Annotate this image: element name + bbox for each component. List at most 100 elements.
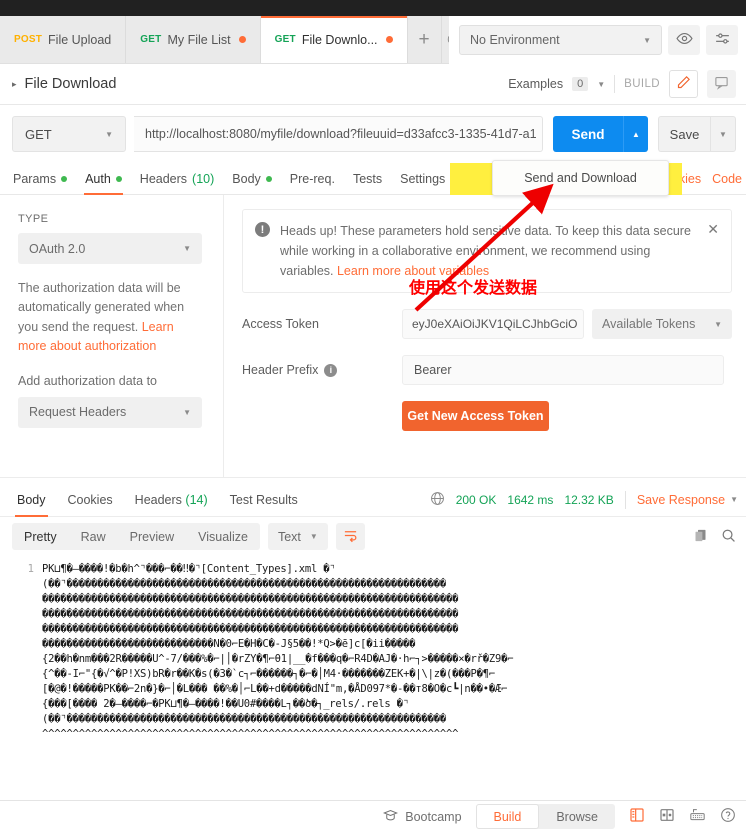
tab-auth[interactable]: Auth <box>76 163 131 195</box>
response-tab-cookies[interactable]: Cookies <box>57 483 124 517</box>
response-body-viewer[interactable]: 1 PK⊔¶�—����!�b�h^⌝���⌐��‼�⌝[Content_T… <box>0 556 746 790</box>
unsaved-indicator-dot <box>239 36 246 43</box>
copy-icon[interactable] <box>693 528 708 546</box>
auth-section: TYPE OAuth 2.0 ▼ The authorization data … <box>0 195 746 477</box>
bootcamp-label: Bootcamp <box>405 810 461 824</box>
tab-settings[interactable]: Settings <box>391 163 454 195</box>
save-button-group: Save ▼ <box>658 116 736 152</box>
response-format-selector[interactable]: Text ▼ <box>268 523 328 550</box>
response-view-toolbar: Pretty Raw Preview Visualize Text ▼ <box>0 517 746 556</box>
tab-method-label: GET <box>140 34 161 45</box>
view-pretty-button[interactable]: Pretty <box>12 523 69 550</box>
add-auth-data-label: Add authorization data to <box>18 374 207 388</box>
view-preview-button[interactable]: Preview <box>118 523 186 550</box>
auth-right-pane: ! Heads up! These parameters hold sensit… <box>224 195 746 477</box>
help-button[interactable] <box>720 807 736 826</box>
url-input[interactable]: http://localhost:8080/myfile/download?fi… <box>134 116 543 152</box>
window-titlebar <box>0 0 746 16</box>
search-icon[interactable] <box>721 528 736 546</box>
header-prefix-input[interactable]: Bearer <box>402 355 724 385</box>
http-method-label: GET <box>25 127 52 142</box>
tab-body[interactable]: Body <box>223 163 281 195</box>
tab-tests[interactable]: Tests <box>344 163 391 195</box>
auth-type-selector[interactable]: OAuth 2.0 ▼ <box>18 233 202 264</box>
comments-button[interactable] <box>707 70 736 98</box>
response-headers-label: Headers <box>135 493 182 507</box>
chevron-down-icon: ▼ <box>183 408 191 417</box>
help-icon <box>720 807 736 826</box>
tab-params[interactable]: Params <box>4 163 76 195</box>
get-new-access-token-button[interactable]: Get New Access Token <box>402 401 549 431</box>
build-mode-label: BUILD <box>624 78 660 90</box>
response-section-tabs: Body Cookies Headers (14) Test Results 2… <box>0 483 746 517</box>
graduation-cap-icon <box>383 808 398 826</box>
unsaved-indicator-dot <box>386 36 393 43</box>
status-bar-right: Bootcamp Build Browse <box>383 804 736 829</box>
header-prefix-text: Header Prefix <box>242 363 318 377</box>
request-tab-file-download[interactable]: GET File Downlo... <box>261 16 408 63</box>
send-and-download-tooltip[interactable]: Send and Download <box>492 160 669 196</box>
has-content-dot <box>116 176 122 182</box>
request-tab-file-upload[interactable]: POST File Upload <box>0 16 126 63</box>
send-options-caret-icon[interactable]: ▲ <box>623 116 648 152</box>
view-visualize-button[interactable]: Visualize <box>186 523 260 550</box>
examples-chevron-down-icon[interactable]: ▼ <box>597 80 605 89</box>
comment-icon <box>714 75 729 93</box>
environment-selector[interactable]: No Environment ▼ <box>459 25 662 55</box>
examples-label: Examples <box>508 77 563 91</box>
save-options-caret-icon[interactable]: ▼ <box>710 116 736 152</box>
environment-settings-button[interactable] <box>706 25 738 55</box>
response-tab-headers[interactable]: Headers (14) <box>124 483 219 517</box>
auth-left-pane: TYPE OAuth 2.0 ▼ The authorization data … <box>0 195 224 477</box>
response-headers-count: (14) <box>185 493 207 507</box>
tab-headers[interactable]: Headers (10) <box>131 163 223 195</box>
tab-pre-request[interactable]: Pre-req. <box>281 163 344 195</box>
exclamation-icon: ! <box>255 222 270 237</box>
http-method-selector[interactable]: GET ▼ <box>12 116 126 152</box>
tab-title-label: File Upload <box>48 33 111 47</box>
line-number-gutter: 1 <box>0 556 42 790</box>
response-view-segments: Pretty Raw Preview Visualize <box>12 523 260 550</box>
save-button[interactable]: Save <box>658 116 710 152</box>
has-content-dot <box>266 176 272 182</box>
edit-request-button[interactable] <box>669 70 698 98</box>
bootcamp-button[interactable]: Bootcamp <box>383 808 461 826</box>
environment-selected-label: No Environment <box>470 33 560 47</box>
collapse-caret-icon[interactable]: ▸ <box>12 79 17 90</box>
keyboard-icon <box>689 807 706 826</box>
two-pane-toggle-button[interactable] <box>659 807 675 826</box>
response-tab-test-results[interactable]: Test Results <box>219 483 309 517</box>
eye-icon <box>676 30 693 50</box>
request-tab-my-file-list[interactable]: GET My File List <box>126 16 260 63</box>
has-content-dot <box>61 176 67 182</box>
response-size: 12.32 KB <box>564 493 613 507</box>
access-token-input[interactable]: eyJ0eXAiOiJKV1QiLCJhbGciO <box>402 309 584 339</box>
tab-title-label: My File List <box>167 33 230 47</box>
divider <box>625 491 626 509</box>
word-wrap-toggle[interactable] <box>336 523 365 550</box>
chevron-down-icon: ▼ <box>183 244 191 253</box>
close-icon[interactable]: ✕ <box>707 221 719 238</box>
mode-toggle-group: Build Browse <box>476 804 615 829</box>
response-tab-body[interactable]: Body <box>6 483 57 517</box>
response-toolbar-actions <box>693 528 736 546</box>
save-response-button[interactable]: Save Response ▼ <box>637 493 738 507</box>
available-tokens-selector[interactable]: Available Tokens ▼ <box>592 309 732 339</box>
view-raw-button[interactable]: Raw <box>69 523 118 550</box>
add-auth-data-selector[interactable]: Request Headers ▼ <box>18 397 202 428</box>
mode-build-button[interactable]: Build <box>476 804 540 829</box>
access-token-label: Access Token <box>242 317 402 331</box>
new-tab-button[interactable]: + <box>408 16 442 63</box>
chevron-down-icon: ▼ <box>643 36 651 45</box>
sidebar-toggle-button[interactable] <box>629 807 645 826</box>
mode-browse-button[interactable]: Browse <box>539 804 615 829</box>
environment-quick-look-button[interactable] <box>668 25 700 55</box>
pencil-icon <box>676 75 691 93</box>
warning-text: Heads up! These parameters hold sensitiv… <box>280 221 693 281</box>
info-icon[interactable]: i <box>324 364 337 377</box>
keyboard-shortcuts-button[interactable] <box>689 807 706 826</box>
send-button[interactable]: Send <box>553 116 623 152</box>
panel-icon <box>629 807 645 826</box>
two-pane-icon <box>659 807 675 826</box>
code-link[interactable]: Code <box>712 172 742 186</box>
